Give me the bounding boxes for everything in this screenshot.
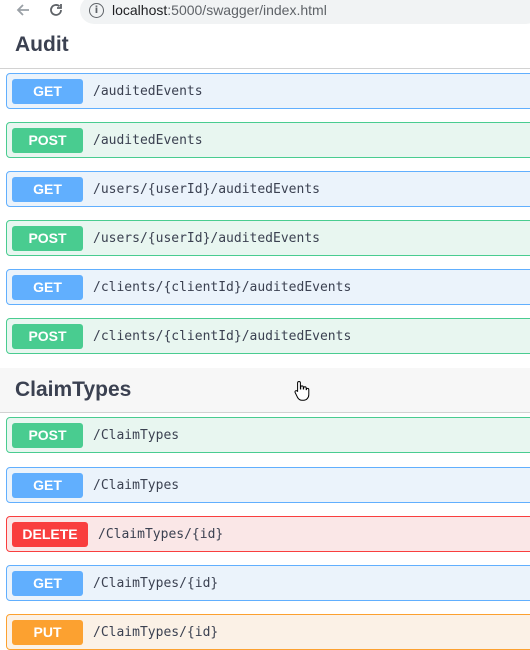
info-icon[interactable]: i bbox=[89, 2, 104, 18]
operation-path: /clients/{clientId}/auditedEvents bbox=[93, 279, 352, 295]
reload-icon[interactable] bbox=[47, 1, 65, 19]
operation-path: /ClaimTypes/{id} bbox=[93, 575, 219, 591]
back-arrow-icon[interactable] bbox=[14, 1, 32, 19]
operation-path: /clients/{clientId}/auditedEvents bbox=[93, 328, 352, 344]
hand-cursor-icon bbox=[294, 380, 310, 402]
operation-row[interactable]: POST /users/{userId}/auditedEvents bbox=[6, 220, 530, 256]
operation-row[interactable]: GET /clients/{clientId}/auditedEvents bbox=[6, 269, 530, 305]
operation-row[interactable]: GET /ClaimTypes bbox=[6, 467, 530, 503]
operation-path: /ClaimTypes/{id} bbox=[98, 526, 224, 542]
operation-row[interactable]: POST /auditedEvents bbox=[6, 122, 530, 158]
tag-title: Audit bbox=[15, 33, 69, 56]
method-badge: POST bbox=[12, 127, 83, 153]
method-badge: GET bbox=[12, 274, 83, 300]
operation-path: /auditedEvents bbox=[93, 132, 203, 148]
operation-row[interactable]: GET /ClaimTypes/{id} bbox=[6, 565, 530, 601]
operation-row[interactable]: PUT /ClaimTypes/{id} bbox=[6, 614, 530, 650]
operation-row[interactable]: POST /clients/{clientId}/auditedEvents bbox=[6, 318, 530, 354]
method-badge: POST bbox=[12, 225, 83, 251]
address-bar[interactable]: i localhost:5000/swagger/index.html bbox=[80, 0, 530, 24]
operation-row[interactable]: POST /ClaimTypes bbox=[6, 417, 530, 453]
url-text: localhost:5000/swagger/index.html bbox=[112, 2, 327, 18]
operation-path: /ClaimTypes bbox=[93, 427, 180, 443]
method-badge: GET bbox=[12, 570, 83, 596]
operation-row[interactable]: DELETE /ClaimTypes/{id} bbox=[6, 516, 530, 552]
tag-header-claimtypes[interactable]: ClaimTypes bbox=[0, 368, 530, 413]
tag-title: ClaimTypes bbox=[15, 378, 132, 401]
method-badge: POST bbox=[12, 323, 83, 349]
method-badge: POST bbox=[12, 422, 83, 448]
operation-path: /auditedEvents bbox=[93, 83, 203, 99]
operation-path: /users/{userId}/auditedEvents bbox=[93, 230, 320, 246]
browser-toolbar: i localhost:5000/swagger/index.html bbox=[0, 0, 530, 24]
method-badge: GET bbox=[12, 176, 83, 202]
operation-path: /ClaimTypes/{id} bbox=[93, 624, 219, 640]
method-badge: DELETE bbox=[12, 521, 88, 547]
operation-path: /users/{userId}/auditedEvents bbox=[93, 181, 320, 197]
swagger-content: Audit GET /auditedEvents POST /auditedEv… bbox=[0, 22, 530, 650]
tag-header-audit[interactable]: Audit bbox=[0, 22, 530, 69]
operation-row[interactable]: GET /auditedEvents bbox=[6, 73, 530, 109]
operation-row[interactable]: GET /users/{userId}/auditedEvents bbox=[6, 171, 530, 207]
method-badge: GET bbox=[12, 472, 83, 498]
method-badge: GET bbox=[12, 78, 83, 104]
operation-path: /ClaimTypes bbox=[93, 477, 180, 493]
